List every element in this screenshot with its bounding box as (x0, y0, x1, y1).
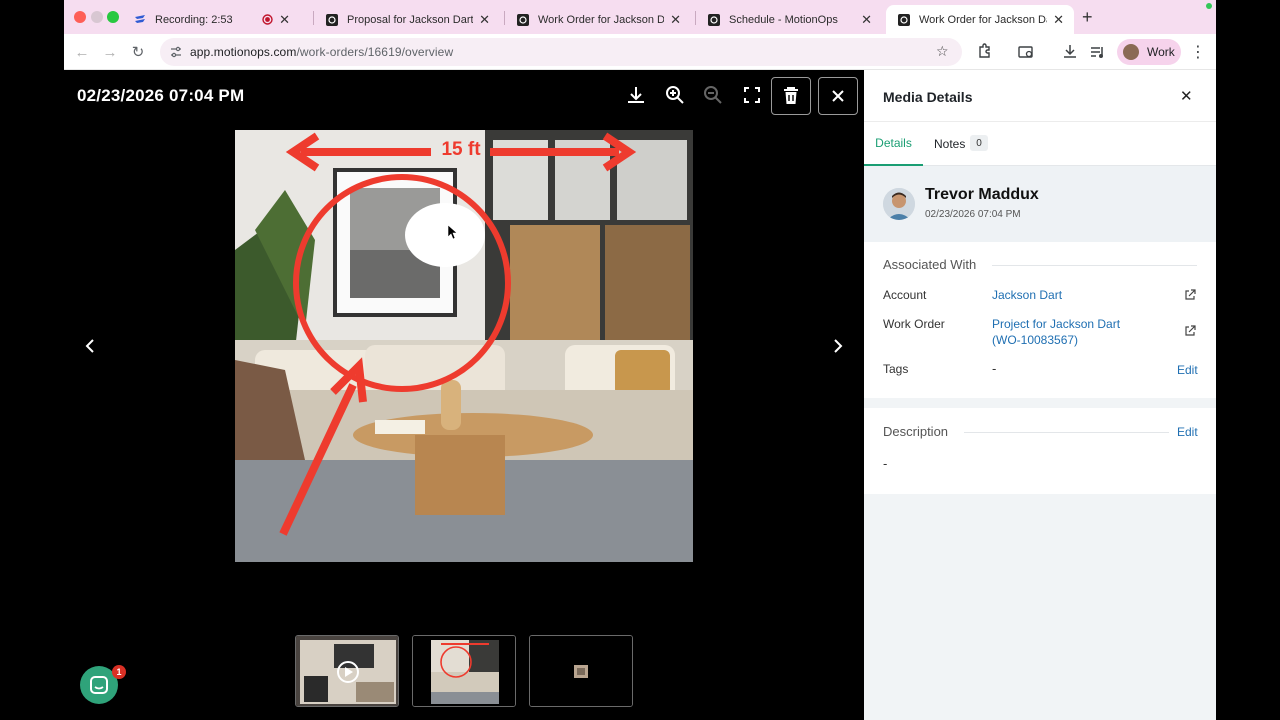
account-label: Account (883, 288, 927, 302)
site-settings-icon[interactable] (170, 46, 182, 58)
tab-strip: Recording: 2:53 ✕ Proposal for Jackson D… (64, 0, 1216, 34)
living-room-photo: 15 ft (235, 130, 693, 562)
motionops-favicon-icon (708, 13, 720, 26)
notes-count-badge: 0 (970, 135, 988, 151)
back-icon[interactable]: ← (72, 42, 92, 62)
close-panel-icon[interactable]: ✕ (1180, 87, 1193, 105)
associated-with-section: Associated With Account Jackson Dart Wor… (864, 242, 1216, 398)
close-viewer-button[interactable] (818, 77, 858, 115)
profile-avatar (1123, 44, 1139, 60)
chat-notification-badge: 1 (112, 665, 126, 679)
tab-details[interactable]: Details (864, 122, 923, 166)
external-link-icon[interactable] (1184, 325, 1196, 337)
work-order-link[interactable]: Project for Jackson Dart (WO-10083567) (992, 316, 1120, 348)
chat-icon (90, 676, 108, 694)
extensions-icon[interactable] (974, 42, 994, 62)
browser-window: Recording: 2:53 ✕ Proposal for Jackson D… (64, 0, 1216, 720)
status-dot (1206, 3, 1212, 9)
tab-work-order-active[interactable]: Work Order for Jackson Dart ✕ (886, 5, 1074, 34)
fullscreen-button[interactable] (737, 80, 767, 110)
address-bar[interactable]: app.motionops.com/work-orders/16619/over… (160, 38, 962, 66)
maximize-window-icon[interactable] (107, 11, 119, 23)
tags-value: - (992, 361, 997, 376)
close-tab-icon[interactable]: ✕ (670, 12, 681, 28)
tab-work-order[interactable]: Work Order for Jackson Dart ✕ (505, 5, 691, 34)
zoom-out-button[interactable] (698, 80, 728, 110)
edit-tags-button[interactable]: Edit (1177, 363, 1198, 377)
tab-recording[interactable]: Recording: 2:53 ✕ (122, 5, 300, 34)
photo-thumbnail (413, 636, 515, 706)
close-tab-icon[interactable]: ✕ (861, 12, 872, 28)
close-tab-icon[interactable]: ✕ (1053, 12, 1064, 28)
motionops-favicon-icon (326, 13, 338, 26)
close-tab-icon[interactable]: ✕ (279, 12, 290, 28)
media-details-panel: Media Details ✕ Details Notes 0 Trevor M… (864, 70, 1216, 720)
recorder-icon (135, 14, 145, 23)
previous-media-button[interactable] (80, 334, 100, 358)
profile-button[interactable]: Work (1117, 39, 1181, 65)
chevron-left-icon (85, 339, 94, 353)
image-thumbnail (530, 636, 632, 706)
screen: Recording: 2:53 ✕ Proposal for Jackson D… (0, 0, 1280, 720)
chevron-right-icon (834, 339, 843, 353)
zoom-out-icon (704, 86, 722, 104)
tags-label: Tags (883, 362, 909, 376)
zoom-in-icon (666, 86, 684, 104)
uploader-card: Trevor Maddux 02/23/2026 07:04 PM (864, 166, 1216, 242)
media-image[interactable]: 15 ft (235, 130, 693, 562)
external-link-icon[interactable] (1184, 289, 1196, 301)
section-title: Associated With (883, 257, 977, 272)
next-media-button[interactable] (828, 334, 848, 358)
cast-search-icon[interactable] (1016, 42, 1036, 62)
zoom-in-button[interactable] (660, 80, 690, 110)
tab-notes[interactable]: Notes (934, 137, 965, 151)
url-text: app.motionops.com/work-orders/16619/over… (190, 45, 454, 59)
bookmark-star-icon[interactable]: ☆ (936, 43, 949, 60)
tab-schedule[interactable]: Schedule - MotionOps ✕ (696, 5, 882, 34)
media-timestamp: 02/23/2026 07:04 PM (77, 86, 245, 105)
forward-icon[interactable]: → (100, 42, 120, 62)
new-tab-icon[interactable]: + (1082, 7, 1093, 28)
close-tab-icon[interactable]: ✕ (479, 12, 490, 28)
section-title: Description (883, 424, 949, 439)
browser-toolbar: ← → ↻ app.motionops.com/work-orders/1661… (64, 34, 1216, 70)
fullscreen-icon (744, 87, 760, 103)
reload-icon[interactable]: ↻ (128, 42, 148, 62)
delete-button[interactable] (771, 77, 811, 115)
more-menu-icon[interactable]: ⋮ (1188, 42, 1208, 62)
description-value: - (883, 456, 888, 471)
panel-tabs: Details Notes 0 (864, 122, 1216, 166)
upload-date: 02/23/2026 07:04 PM (925, 209, 1021, 220)
thumbnail-2-selected[interactable] (412, 635, 516, 707)
close-icon (832, 90, 844, 102)
edit-description-button[interactable]: Edit (1177, 425, 1198, 439)
motionops-favicon-icon (898, 13, 910, 26)
work-order-label: Work Order (883, 317, 945, 331)
downloads-icon[interactable] (1060, 42, 1080, 62)
download-button[interactable] (621, 80, 651, 110)
media-control-icon[interactable] (1088, 42, 1108, 62)
image-annotation-text: 15 ft (441, 139, 481, 160)
media-viewer: 02/23/2026 07:04 PM 15 ft 1 (64, 70, 864, 720)
recording-indicator-icon (262, 14, 273, 25)
download-icon (628, 87, 644, 103)
panel-title: Media Details (883, 89, 973, 105)
thumbnail-3[interactable] (529, 635, 633, 707)
motionops-favicon-icon (517, 13, 529, 26)
panel-header: Media Details ✕ (864, 70, 1216, 122)
tab-proposal[interactable]: Proposal for Jackson Dart - M ✕ (314, 5, 500, 34)
account-link[interactable]: Jackson Dart (992, 287, 1062, 303)
minimize-window-icon[interactable] (91, 11, 103, 23)
video-thumbnail (296, 636, 398, 706)
avatar (883, 188, 915, 220)
uploader-name: Trevor Maddux (925, 186, 1039, 203)
close-window-icon[interactable] (74, 11, 86, 23)
thumbnail-1[interactable] (295, 635, 399, 707)
trash-icon (784, 87, 798, 104)
description-section: Description Edit - (864, 408, 1216, 494)
